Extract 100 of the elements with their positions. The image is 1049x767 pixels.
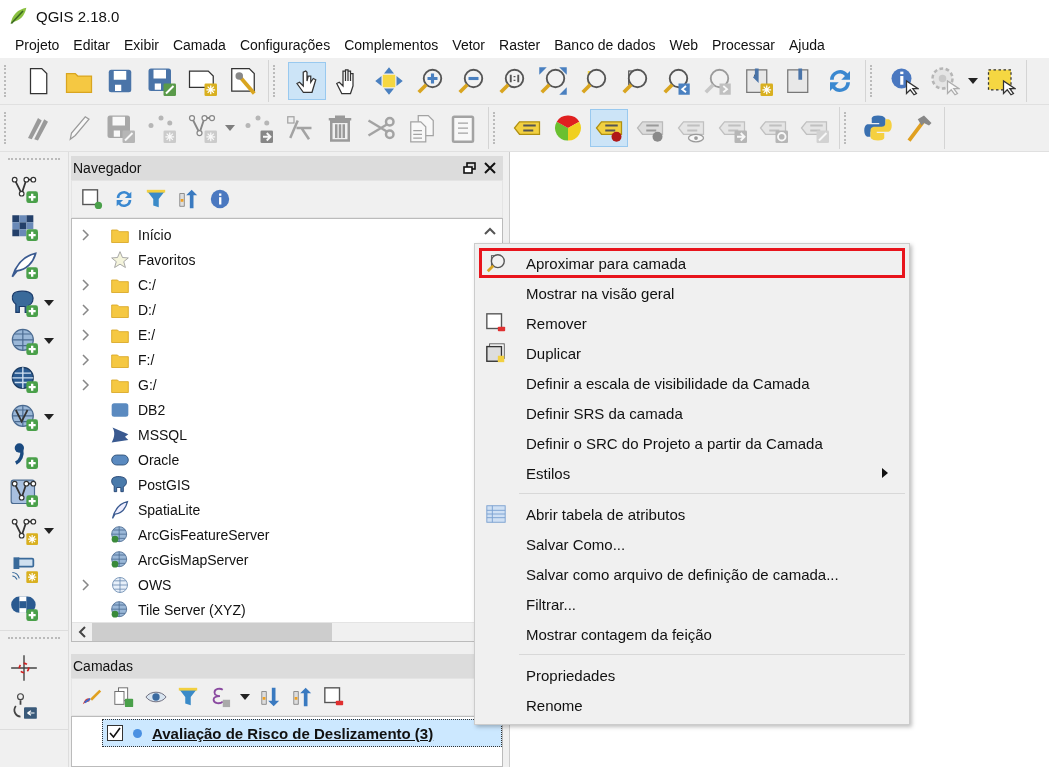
dropdown-caret-icon[interactable] [44, 528, 54, 534]
dropdown-caret-icon[interactable] [44, 414, 54, 420]
chevron-icon[interactable] [82, 328, 90, 341]
chevron-icon[interactable] [82, 353, 90, 366]
tree-item[interactable]: MSSQL [138, 426, 187, 443]
copy-plus-icon[interactable] [112, 685, 136, 709]
menu-item[interactable]: Aproximar para camada [479, 248, 905, 278]
menu-item[interactable]: Camada [165, 34, 233, 56]
menu-item-label: Estilos [526, 464, 572, 482]
square-minus-icon [485, 312, 507, 334]
menu-item[interactable]: Remover [479, 308, 905, 338]
checkbox[interactable] [107, 725, 123, 741]
menu-item[interactable]: Mostrar contagem da feição [479, 619, 905, 649]
panel-title: Navegador [73, 160, 143, 176]
crosshair-icon[interactable] [8, 652, 40, 684]
menu-item[interactable]: Duplicar [479, 338, 905, 368]
panel-title: Camadas [73, 658, 134, 674]
leaf-logo-icon [8, 6, 28, 26]
menu-item-label: Definir a escala de visibilidade da Camada [526, 374, 811, 392]
menu-item-label: Mostrar contagem da feição [526, 625, 713, 643]
tree-item[interactable]: C:/ [138, 276, 156, 293]
tree-item[interactable]: ArcGisMapServer [138, 551, 249, 568]
dropdown-caret-icon[interactable] [44, 300, 54, 306]
menu-item-label: Filtrar... [526, 595, 577, 613]
menu-item-label: Mostrar na visão geral [526, 284, 676, 302]
menu-item[interactable]: Vetor [445, 34, 492, 56]
menu-item[interactable]: Salvar Como... [479, 529, 905, 559]
menu-item-label: Duplicar [526, 344, 583, 362]
hand-pointer-icon[interactable] [288, 62, 326, 100]
feather-icon [110, 499, 130, 520]
layer-row[interactable]: Avaliação de Risco de Deslizamento (3) [102, 719, 502, 747]
globe-icon [110, 524, 130, 545]
tree-item[interactable]: Tile Server (XYZ) [138, 601, 246, 618]
float-icon[interactable] [463, 162, 476, 174]
elephant-icon [110, 474, 130, 495]
tree-item[interactable]: Oracle [138, 451, 180, 468]
menu-item-label: Salvar Como... [526, 535, 627, 553]
menu-item[interactable]: Abrir tabela de atributos [479, 499, 905, 529]
chevron-icon[interactable] [82, 303, 90, 316]
dropdown-caret-icon[interactable] [44, 338, 54, 344]
menu-item-label: Definir o SRC do Projeto a partir da Camada [526, 434, 824, 452]
menu-item[interactable]: Processar [705, 34, 783, 56]
menu-item-label: Definir SRS da camada [526, 404, 684, 422]
scroll-left-icon[interactable] [78, 626, 86, 638]
table-icon [485, 503, 507, 525]
chevron-icon[interactable] [82, 228, 90, 241]
layer-name: Avaliação de Risco de Deslizamento (3) [152, 724, 434, 742]
point-symbol-icon [133, 728, 142, 738]
menu-item[interactable]: Definir o SRC do Projeto a partir da Camada [479, 428, 905, 458]
menu-item[interactable]: Web [662, 34, 705, 56]
menu-item[interactable]: Renome [479, 690, 905, 720]
globe-icon [110, 549, 130, 570]
menu-item[interactable]: Editar [66, 34, 117, 56]
menu-item[interactable]: Configurações [232, 34, 338, 56]
menu-item[interactable]: Propriedades [479, 660, 905, 690]
vertex-frame-plus-icon[interactable] [8, 477, 40, 509]
chevron-icon[interactable] [82, 578, 90, 591]
menu-item-label: Aproximar para camada [526, 254, 688, 272]
menu-item[interactable]: Salvar como arquivo de definição de camada... [479, 559, 905, 589]
menu-item[interactable]: Filtrar... [479, 589, 905, 619]
scroll-up-icon[interactable] [484, 227, 496, 235]
chevron-icon[interactable] [82, 278, 90, 291]
tree-item[interactable]: D:/ [138, 301, 156, 318]
magnifier-page-icon [485, 252, 507, 274]
menu-item-label: Salvar como arquivo de definição de camada... [526, 565, 840, 583]
window-title: QGIS 2.18.0 [36, 7, 120, 25]
menu-item[interactable]: Estilos [479, 458, 905, 488]
menu-item-label: Propriedades [526, 666, 617, 684]
menu-item[interactable]: Complementos [337, 34, 446, 56]
menu-item[interactable]: Definir SRS da camada [479, 398, 905, 428]
tree-item[interactable]: E:/ [138, 326, 156, 343]
tree-item[interactable]: ArcGisFeatureServer [138, 526, 270, 543]
menu-item[interactable]: Banco de dados [547, 34, 663, 56]
close-icon[interactable] [484, 162, 497, 174]
menu-item[interactable]: Projeto [8, 34, 67, 56]
menu-item[interactable]: Definir a escala de visibilidade da Camada [479, 368, 905, 398]
label-pin-icon[interactable] [590, 109, 628, 147]
scrollbar-thumb[interactable] [92, 623, 332, 641]
tree-item[interactable]: Início [138, 226, 172, 243]
menu-item-label: Abrir tabela de atributos [526, 505, 687, 523]
square-copy-icon [485, 342, 507, 364]
menu-item[interactable]: Exibir [116, 34, 166, 56]
info-circle-icon[interactable] [208, 187, 232, 211]
tree-item[interactable]: PostGIS [138, 476, 191, 493]
menu-item[interactable]: Raster [492, 34, 548, 56]
globe-grid-icon [110, 574, 130, 595]
tree-item[interactable]: Favoritos [138, 251, 196, 268]
globe-icon [110, 599, 130, 620]
menu-item-label: Renome [526, 696, 584, 714]
tree-item[interactable]: F:/ [138, 351, 155, 368]
menu-item[interactable]: Ajuda [782, 34, 832, 56]
menu-item-label: Remover [526, 314, 588, 332]
menu-item[interactable]: Mostrar na visão geral [479, 278, 905, 308]
chevron-icon[interactable] [82, 378, 90, 391]
tree-item[interactable]: G:/ [138, 376, 157, 393]
star-icon [110, 249, 130, 270]
tree-item[interactable]: SpatiaLite [138, 501, 201, 518]
square-plus-icon[interactable] [80, 187, 104, 211]
tree-item[interactable]: OWS [138, 576, 172, 593]
tree-item[interactable]: DB2 [138, 401, 166, 418]
